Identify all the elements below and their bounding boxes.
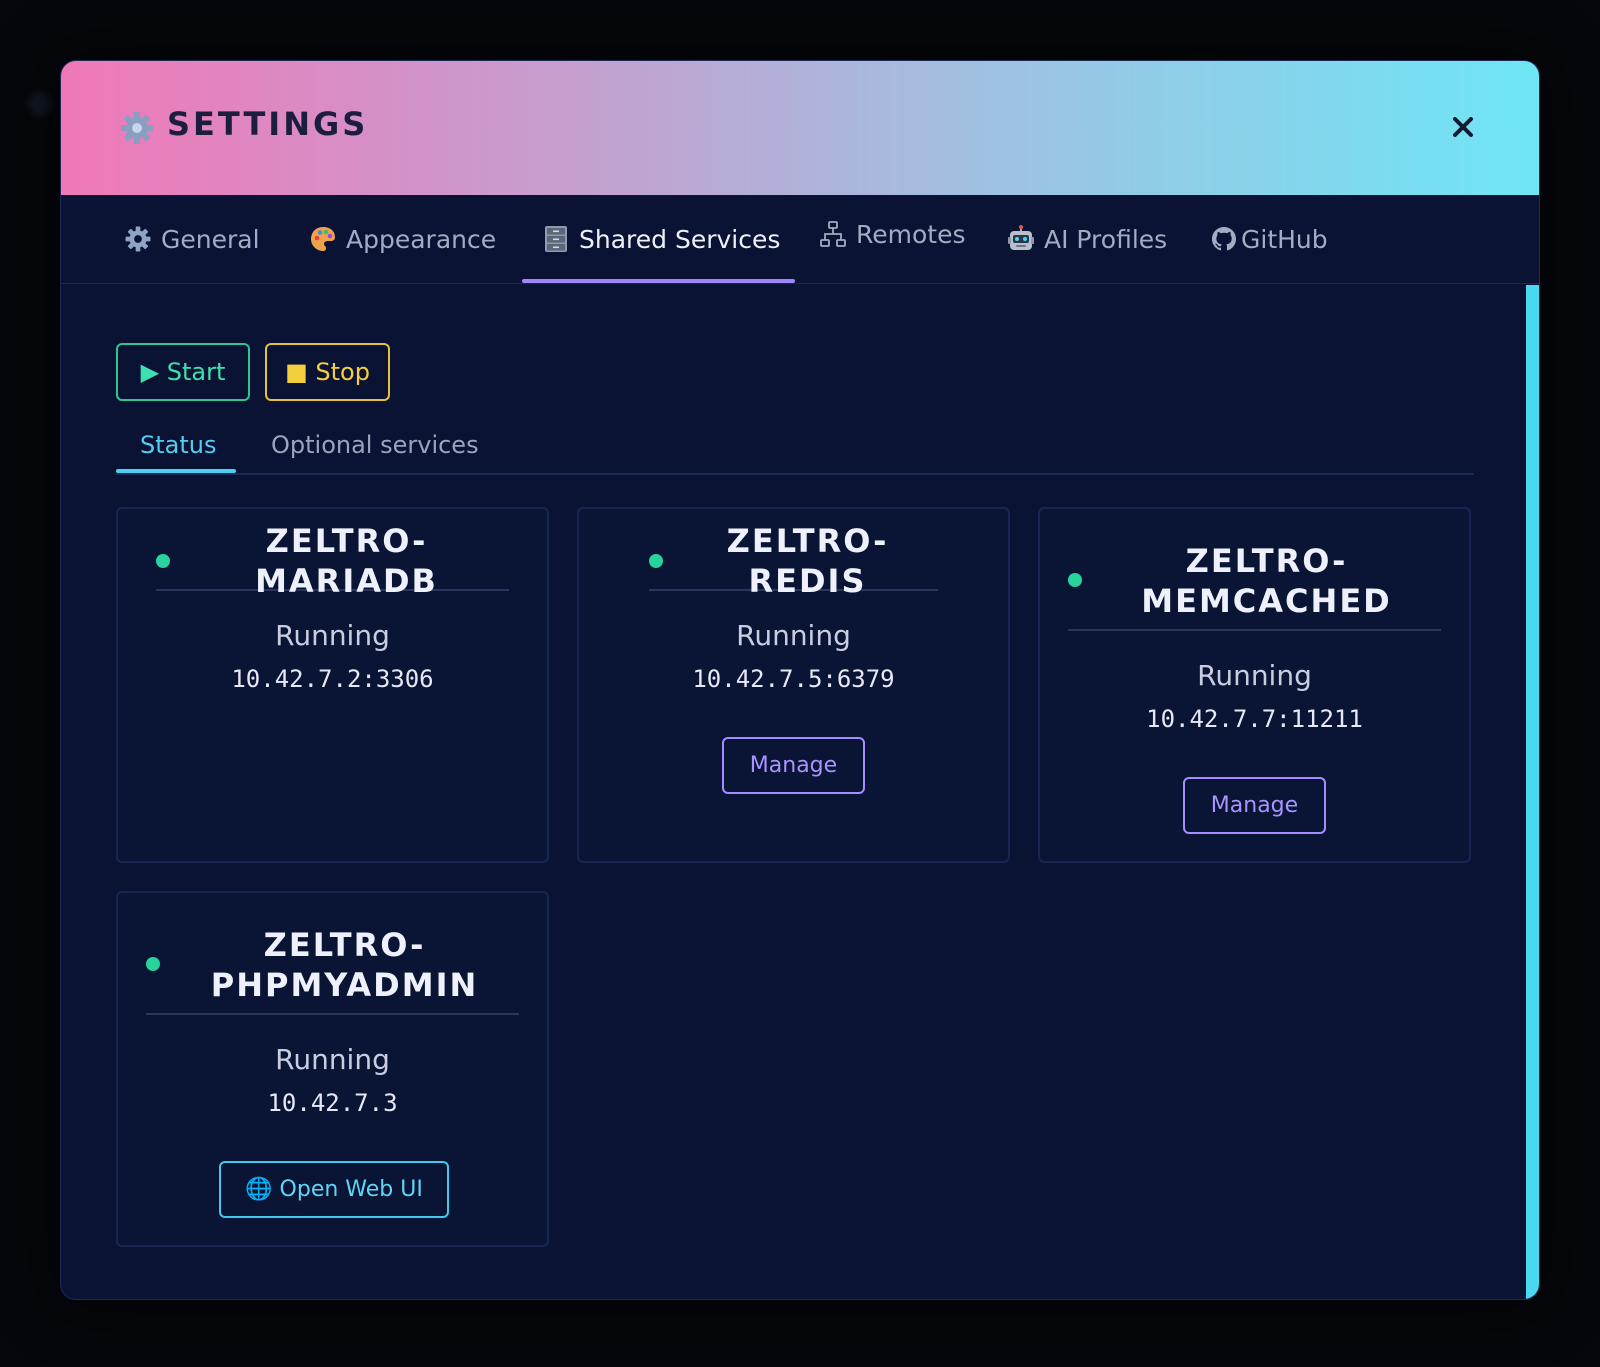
service-name: ZELTRO-REDIS (726, 522, 889, 600)
card-header: ZELTRO- PHPMYADMIN (146, 917, 519, 1015)
dialog-title: SETTINGS (167, 105, 369, 143)
tab-github[interactable]: GitHub (1211, 195, 1328, 283)
dialog-header: SETTINGS (61, 61, 1539, 195)
card-header: ZELTRO- MEMCACHED (1068, 533, 1441, 631)
stop-button[interactable]: ■ Stop (265, 343, 390, 401)
service-status: Running (275, 619, 390, 652)
service-status: Running (736, 619, 851, 652)
service-name: ZELTRO- PHPMYADMIN (210, 926, 479, 1004)
settings-dialog: SETTINGS General Appearance Shared Servi… (60, 60, 1540, 1300)
tab-remotes[interactable]: Remotes (818, 190, 966, 278)
tab-shared-services[interactable]: Shared Services (541, 195, 780, 283)
service-address: 10.42.7.2:3306 (231, 665, 434, 693)
service-subtabs: Status Optional services (116, 417, 1474, 475)
service-address: 10.42.7.7:11211 (1146, 705, 1363, 733)
card-header: ZELTRO-MARIADB (156, 522, 509, 600)
tab-label: Appearance (346, 224, 497, 254)
subtab-optional-services[interactable]: Optional services (271, 417, 479, 473)
status-dot (146, 957, 160, 971)
service-status: Running (275, 1043, 390, 1076)
close-icon (1453, 117, 1473, 137)
tab-label: General (161, 224, 260, 254)
active-subtab-indicator (116, 469, 236, 473)
robot-icon (1006, 224, 1036, 254)
palette-icon (308, 224, 338, 254)
active-tab-indicator (522, 279, 795, 283)
card-header: ZELTRO-REDIS (649, 522, 938, 600)
tab-general[interactable]: General (123, 195, 260, 283)
service-status: Running (1197, 659, 1312, 692)
status-dot (649, 554, 663, 568)
network-icon (818, 219, 848, 249)
tab-appearance[interactable]: Appearance (308, 195, 496, 283)
manage-button[interactable]: Manage (1183, 777, 1326, 834)
service-card-redis: ZELTRO-REDIS Running 10.42.7.5:6379 Mana… (577, 507, 1010, 863)
gear-icon (121, 112, 153, 144)
tab-label: Shared Services (579, 224, 781, 254)
service-name: ZELTRO- MEMCACHED (1141, 542, 1392, 620)
settings-tabbar: General Appearance Shared Services Remot… (61, 195, 1539, 284)
start-button[interactable]: ▶ Start (116, 343, 250, 401)
service-card-mariadb: ZELTRO-MARIADB Running 10.42.7.2:3306 (116, 507, 549, 863)
subtab-status[interactable]: Status (140, 417, 216, 473)
tab-label: GitHub (1241, 224, 1328, 254)
file-cabinet-icon (541, 224, 571, 254)
close-button[interactable] (1441, 105, 1485, 149)
backdrop-shape (28, 92, 52, 116)
service-address: 10.42.7.3 (267, 1089, 398, 1117)
service-address: 10.42.7.5:6379 (692, 665, 895, 693)
open-web-ui-button[interactable]: 🌐 Open Web UI (219, 1161, 449, 1218)
tab-ai-profiles[interactable]: AI Profiles (1006, 195, 1167, 283)
service-card-memcached: ZELTRO- MEMCACHED Running 10.42.7.7:1121… (1038, 507, 1471, 863)
status-dot (1068, 573, 1082, 587)
status-dot (156, 554, 170, 568)
manage-button[interactable]: Manage (722, 737, 865, 794)
gear-icon (123, 224, 153, 254)
service-name: ZELTRO-MARIADB (255, 522, 438, 600)
scrollbar[interactable] (1526, 285, 1539, 1299)
github-icon (1211, 224, 1237, 254)
tab-label: Remotes (856, 219, 966, 249)
service-card-phpmyadmin: ZELTRO- PHPMYADMIN Running 10.42.7.3 🌐 O… (116, 891, 549, 1247)
tab-label: AI Profiles (1044, 224, 1168, 254)
